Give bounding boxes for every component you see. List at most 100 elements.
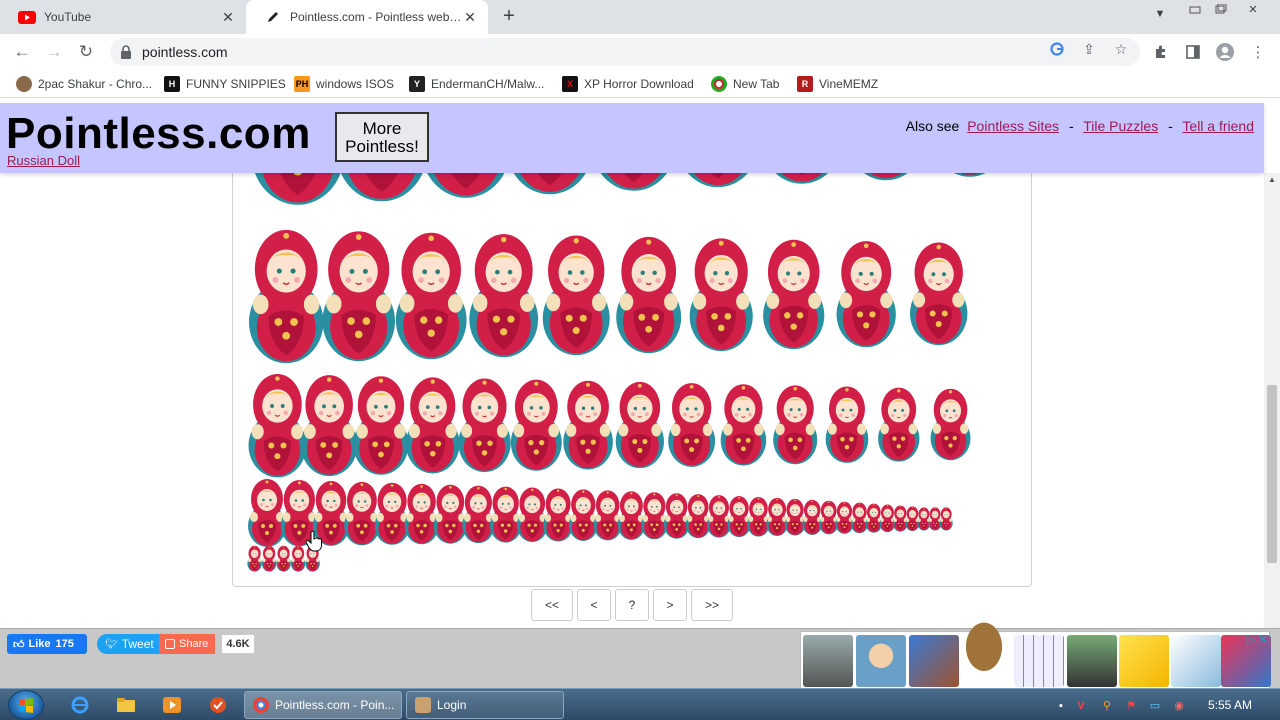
- bookmark-item[interactable]: 2pac Shakur - Chro...: [16, 75, 152, 93]
- facebook-like-button[interactable]: 👍︎ Like 175: [7, 634, 87, 654]
- taskbar-item-chrome[interactable]: Pointless.com - Poin...: [244, 691, 402, 719]
- doll-canvas[interactable]: [232, 153, 1032, 587]
- media-player-icon[interactable]: [152, 692, 192, 718]
- clock[interactable]: 5:55 AM: [1208, 698, 1252, 712]
- page-scrollbar[interactable]: ▲ ▼: [1264, 173, 1280, 687]
- share-button[interactable]: Share: [159, 634, 215, 654]
- nesting-doll: [593, 490, 622, 541]
- more-button-line2: Pointless!: [345, 137, 419, 156]
- minimize-button[interactable]: [1182, 0, 1208, 18]
- share-icon: [165, 639, 175, 649]
- nesting-doll: [290, 545, 306, 572]
- nesting-doll: [247, 545, 262, 572]
- next-page-button[interactable]: >: [653, 589, 687, 621]
- chrome-icon: [253, 697, 269, 713]
- taskbar-item-login[interactable]: Login: [406, 691, 564, 719]
- scrollbar-thumb[interactable]: [1267, 385, 1277, 563]
- internet-explorer-icon[interactable]: [60, 692, 100, 718]
- bookmark-item[interactable]: X XP Horror Download: [562, 75, 694, 93]
- google-icon[interactable]: [1048, 40, 1066, 58]
- tweet-button[interactable]: 🐦︎ Tweet: [97, 634, 159, 654]
- v-tray-icon[interactable]: V: [1074, 699, 1088, 713]
- close-window-button[interactable]: ✕: [1240, 0, 1266, 18]
- ad-game-tile[interactable]: [1067, 635, 1117, 687]
- ad-banner[interactable]: ▷ ✕: [800, 616, 1271, 689]
- file-explorer-icon[interactable]: [106, 692, 146, 718]
- nesting-doll: [542, 234, 611, 356]
- extensions-icon[interactable]: [1151, 42, 1171, 62]
- ad-choices-icon[interactable]: ▷: [1245, 634, 1257, 646]
- ad-game-tile[interactable]: [1014, 635, 1064, 687]
- side-panel-icon[interactable]: [1183, 42, 1203, 62]
- last-page-button[interactable]: >>: [691, 589, 733, 621]
- tab-youtube[interactable]: YouTube ✕: [0, 0, 246, 34]
- hamster-mascot-icon: [961, 616, 1007, 672]
- volume-tray-icon[interactable]: ◉: [1172, 699, 1186, 713]
- pointless-sites-link[interactable]: Pointless Sites: [967, 118, 1059, 134]
- first-page-button[interactable]: <<: [531, 589, 573, 621]
- start-button[interactable]: [8, 690, 44, 720]
- nesting-doll: [685, 493, 711, 539]
- random-page-button[interactable]: ?: [615, 589, 649, 621]
- reload-icon[interactable]: ↻: [74, 40, 98, 64]
- bitdefender-icon[interactable]: [198, 692, 238, 718]
- russian-doll-link[interactable]: Russian Doll: [7, 153, 80, 168]
- new-tab-button[interactable]: +: [498, 6, 520, 28]
- nesting-doll: [909, 241, 968, 346]
- nesting-doll: [489, 486, 522, 543]
- nesting-doll: [615, 236, 682, 354]
- network-tray-icon[interactable]: ▪: [1054, 699, 1068, 713]
- forward-arrow-icon[interactable]: →: [42, 40, 66, 64]
- search-tray-icon[interactable]: ⚲: [1100, 699, 1114, 713]
- tile-puzzles-link[interactable]: Tile Puzzles: [1083, 118, 1158, 134]
- star-icon[interactable]: ☆: [1112, 40, 1130, 58]
- ad-game-tile[interactable]: [1171, 635, 1221, 687]
- nesting-doll: [865, 503, 883, 533]
- nesting-doll: [374, 482, 410, 546]
- nesting-doll: [468, 233, 539, 358]
- flag-tray-icon[interactable]: ⚑: [1124, 699, 1138, 713]
- close-icon[interactable]: ✕: [220, 9, 236, 25]
- browser-toolbar: ← → ↻ pointless.com ⇪ ☆ ⋮: [0, 34, 1280, 70]
- ad-game-tile[interactable]: [856, 635, 906, 687]
- bookmark-label: New Tab: [733, 77, 780, 91]
- close-icon[interactable]: ✕: [462, 9, 478, 25]
- r-logo-icon: R: [797, 76, 813, 92]
- more-pointless-button[interactable]: More Pointless!: [335, 112, 429, 162]
- separator: -: [1168, 118, 1173, 134]
- yp-logo-icon: Y: [409, 76, 425, 92]
- nesting-doll: [663, 492, 690, 540]
- restore-button[interactable]: [1208, 0, 1234, 18]
- tell-a-friend-link[interactable]: Tell a friend: [1182, 118, 1254, 134]
- nesting-doll: [747, 496, 770, 537]
- bookmark-item[interactable]: H FUNNY SNIPPIES: [164, 75, 286, 93]
- bookmark-item[interactable]: Y EndermanCH/Malw...: [409, 75, 544, 93]
- nesting-doll: [457, 378, 512, 473]
- close-icon[interactable]: ✕: [1257, 634, 1269, 646]
- ad-game-tile[interactable]: [909, 635, 959, 687]
- tab-pointless[interactable]: Pointless.com - Pointless website ✕: [246, 0, 488, 34]
- nesting-doll: [727, 495, 751, 538]
- chevron-down-icon[interactable]: ▼: [1150, 8, 1170, 26]
- monitor-tray-icon[interactable]: ▭: [1148, 699, 1162, 713]
- nesting-doll: [772, 384, 818, 465]
- bookmark-item[interactable]: New Tab: [711, 75, 779, 93]
- bookmark-item[interactable]: PH windows ISOS: [294, 75, 394, 93]
- like-count: 175: [55, 638, 74, 650]
- ad-game-tile[interactable]: [1119, 635, 1169, 687]
- back-arrow-icon[interactable]: ←: [10, 40, 34, 64]
- doll-area[interactable]: [233, 154, 1032, 587]
- tab-title: YouTube: [44, 10, 92, 24]
- windows-taskbar: Pointless.com - Poin... Login ▪ V ⚲ ⚑ ▭ …: [0, 688, 1280, 720]
- profile-icon[interactable]: [1215, 42, 1235, 62]
- ad-game-tile[interactable]: [803, 635, 853, 687]
- site-logo[interactable]: Pointless.com: [6, 109, 311, 159]
- menu-icon[interactable]: ⋮: [1248, 42, 1268, 62]
- share-icon[interactable]: ⇪: [1080, 40, 1098, 58]
- bookmark-item[interactable]: R VineMEMZ: [797, 75, 878, 93]
- scroll-up-arrow-icon[interactable]: ▲: [1264, 175, 1280, 189]
- address-bar[interactable]: pointless.com: [110, 38, 1140, 66]
- more-button-line1: More: [362, 119, 402, 138]
- prev-page-button[interactable]: <: [577, 589, 611, 621]
- nesting-doll: [892, 505, 908, 532]
